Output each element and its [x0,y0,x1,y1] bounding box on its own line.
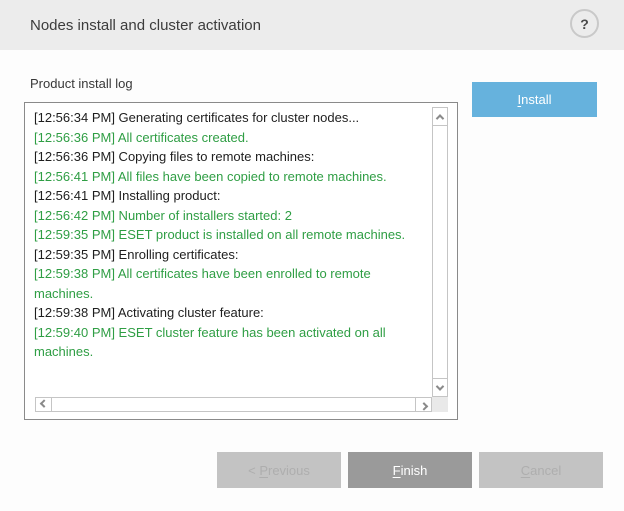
chevron-down-icon [436,382,444,390]
chevron-right-icon [419,402,427,410]
scrollbar-corner [432,397,448,412]
log-entry: [12:56:36 PM] Copying files to remote ma… [34,147,427,167]
log-entry: [12:56:41 PM] Installing product: [34,186,427,206]
log-entry: [12:59:40 PM] ESET cluster feature has b… [34,323,427,362]
cancel-button[interactable]: Cancel [479,452,603,488]
scroll-down-button[interactable] [432,378,448,397]
log-entry: [12:56:42 PM] Number of installers start… [34,206,427,226]
product-install-log-panel: [12:56:34 PM] Generating certificates fo… [24,102,458,420]
log-label: Product install log [30,76,133,91]
vertical-scrollbar-track[interactable] [432,126,448,378]
scroll-right-button[interactable] [415,397,432,412]
log-entries: [12:56:34 PM] Generating certificates fo… [34,108,427,362]
previous-button[interactable]: < Previous [217,452,341,488]
log-entry: [12:59:35 PM] Enrolling certificates: [34,245,427,265]
finish-button[interactable]: Finish [348,452,472,488]
chevron-up-icon [436,114,444,122]
log-entry: [12:56:41 PM] All files have been copied… [34,167,427,187]
log-entry: [12:59:35 PM] ESET product is installed … [34,225,427,245]
vertical-scrollbar[interactable] [432,107,448,397]
log-entry: [12:56:34 PM] Generating certificates fo… [34,108,427,128]
log-entry: [12:59:38 PM] Activating cluster feature… [34,303,427,323]
horizontal-scrollbar[interactable] [35,397,432,412]
help-button[interactable]: ? [570,9,599,38]
chevron-left-icon [39,399,47,407]
log-entry: [12:56:36 PM] All certificates created. [34,128,427,148]
horizontal-scrollbar-track[interactable] [52,397,415,412]
install-button[interactable]: Install [472,82,597,117]
scroll-left-button[interactable] [35,397,52,412]
header: Nodes install and cluster activation ? [0,0,624,50]
question-mark-icon: ? [580,16,589,32]
log-entry: [12:59:38 PM] All certificates have been… [34,264,427,303]
page-title: Nodes install and cluster activation [30,0,261,50]
scroll-up-button[interactable] [432,107,448,126]
